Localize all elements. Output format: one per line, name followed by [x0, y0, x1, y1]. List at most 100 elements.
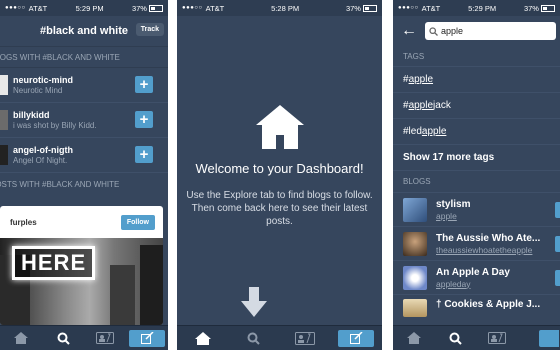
- follow-plus-button[interactable]: +: [135, 146, 153, 163]
- section-header-blogs: BLOGS: [393, 170, 560, 192]
- blog-name: neurotic-mind: [13, 75, 73, 85]
- list-item[interactable]: neurotic-mind Neurotic Mind +: [0, 68, 168, 103]
- activity-icon: [488, 332, 507, 344]
- avatar: [403, 231, 427, 256]
- list-item[interactable]: billykidd i was shot by Billy Kidd. +: [0, 103, 168, 138]
- blog-name: † Cookies & Apple J...: [436, 299, 541, 310]
- plus-icon: +: [139, 146, 149, 163]
- compose-button[interactable]: [129, 329, 165, 347]
- blog-name: billykidd: [13, 110, 50, 120]
- search-value: apple: [441, 26, 464, 36]
- tag-item[interactable]: #led apple: [393, 118, 560, 144]
- tab-home[interactable]: [177, 326, 228, 350]
- tab-compose[interactable]: [126, 326, 168, 350]
- phone-screen-tag-page: ●●●○○ AT&T 5:29 PM 37% #black and white T…: [0, 0, 168, 350]
- clock-label: 5:29 PM: [75, 3, 104, 13]
- blog-subtitle: theaussiewhoatetheapple: [436, 244, 533, 255]
- clock-label: 5:29 PM: [468, 3, 497, 13]
- down-arrow-icon: [241, 287, 267, 317]
- follow-plus-button[interactable]: [555, 202, 560, 218]
- blog-subtitle: Neurotic Mind: [13, 86, 63, 95]
- signal-icon: ●●●○○: [398, 5, 419, 11]
- activity-icon: [295, 331, 316, 345]
- tab-activity[interactable]: [84, 326, 126, 350]
- avatar: [403, 265, 427, 290]
- battery-label: 37%: [345, 3, 361, 13]
- tab-home[interactable]: [0, 326, 42, 350]
- back-arrow-icon[interactable]: ←: [397, 22, 425, 40]
- list-item[interactable]: angel-of-nigth Angel Of Night. +: [0, 138, 168, 173]
- list-item[interactable]: stylism apple: [393, 192, 560, 226]
- section-header-blogs: BLOGS WITH #BLACK AND WHITE: [0, 46, 168, 68]
- follow-plus-button[interactable]: +: [135, 76, 153, 93]
- signal-icon: ●●●○○: [5, 5, 26, 11]
- home-icon: [194, 331, 211, 345]
- tab-search[interactable]: [228, 326, 279, 350]
- show-more-tags-link[interactable]: Show 17 more tags: [393, 144, 560, 170]
- blog-name: An Apple A Day: [436, 266, 510, 278]
- search-input[interactable]: apple: [425, 22, 556, 40]
- blog-name: stylism: [436, 198, 471, 210]
- compose-icon: [349, 332, 363, 344]
- tab-home[interactable]: [393, 326, 435, 350]
- blog-subtitle: apple: [436, 210, 457, 221]
- tab-compose[interactable]: [518, 326, 560, 350]
- avatar: [0, 145, 8, 165]
- battery-icon: [148, 5, 163, 13]
- avatar: [0, 75, 8, 95]
- battery-icon: [362, 5, 377, 13]
- list-item[interactable]: † Cookies & Apple J...: [393, 294, 560, 320]
- welcome-message: Welcome to your Dashboard! Use the Explo…: [177, 105, 382, 228]
- post-header: furples Follow: [0, 206, 163, 238]
- plus-icon: +: [139, 111, 149, 128]
- activity-icon: [96, 332, 114, 344]
- battery-label: 37%: [523, 3, 539, 13]
- follow-plus-button[interactable]: [555, 236, 560, 252]
- compose-button[interactable]: [338, 329, 375, 347]
- section-header-tags: TAGS: [403, 51, 425, 61]
- tag-item[interactable]: # apple: [393, 66, 560, 92]
- status-bar: ●●●○○ AT&T 5:29 PM 37%: [0, 0, 168, 16]
- battery-label: 37%: [131, 3, 147, 13]
- tab-activity[interactable]: [477, 326, 519, 350]
- list-item[interactable]: The Aussie Who Ate... theaussiewhoatethea…: [393, 226, 560, 260]
- blog-subtitle: Angel Of Night.: [13, 156, 68, 165]
- section-header-posts: POSTS WITH #BLACK AND WHITE: [0, 179, 120, 189]
- compose-button[interactable]: [539, 329, 560, 347]
- tab-search[interactable]: [435, 326, 477, 350]
- blog-name: The Aussie Who Ate...: [436, 232, 541, 244]
- blog-subtitle: i was shot by Billy Kidd.: [13, 121, 97, 130]
- tab-search[interactable]: [42, 326, 84, 350]
- post-username[interactable]: furples: [10, 218, 37, 227]
- phone-screen-dashboard: ●●●○○ AT&T 5:28 PM 37% Welcome to your Da…: [177, 0, 382, 350]
- home-icon: [255, 105, 304, 149]
- follow-button[interactable]: Follow: [120, 214, 155, 230]
- blog-subtitle: appleday: [436, 278, 471, 289]
- building-shape: [110, 265, 135, 325]
- post-card[interactable]: furples Follow HERE: [0, 206, 163, 325]
- follow-plus-button[interactable]: +: [135, 111, 153, 128]
- carrier-label: AT&T: [28, 3, 48, 13]
- phone-screen-search-results: ●●●○○ AT&T 5:29 PM 37% ← apple TAGS # appl…: [393, 0, 560, 350]
- signal-icon: ●●●○○: [182, 5, 203, 11]
- avatar: [403, 299, 427, 317]
- tag-item[interactable]: # apple jack: [393, 92, 560, 118]
- tab-activity[interactable]: [280, 326, 331, 350]
- welcome-body: Use the Explore tab to find blogs to fol…: [186, 190, 373, 227]
- home-icon: [406, 332, 421, 344]
- here-sign: HERE: [12, 246, 96, 280]
- search-icon: [247, 332, 261, 345]
- follow-plus-button[interactable]: [555, 270, 560, 286]
- tab-bar: [0, 325, 168, 350]
- blog-name: angel-of-nigth: [13, 145, 73, 155]
- track-button[interactable]: Track: [135, 23, 164, 36]
- home-icon: [14, 332, 28, 344]
- search-bar: ← apple: [393, 16, 560, 46]
- list-item[interactable]: An Apple A Day appleday: [393, 260, 560, 294]
- status-bar: ●●●○○ AT&T 5:28 PM 37%: [177, 0, 382, 16]
- welcome-title: Welcome to your Dashboard!: [195, 161, 364, 176]
- tab-bar: [177, 325, 382, 350]
- tab-compose[interactable]: [331, 326, 382, 350]
- compose-icon: [140, 332, 154, 344]
- tab-bar: [393, 325, 560, 350]
